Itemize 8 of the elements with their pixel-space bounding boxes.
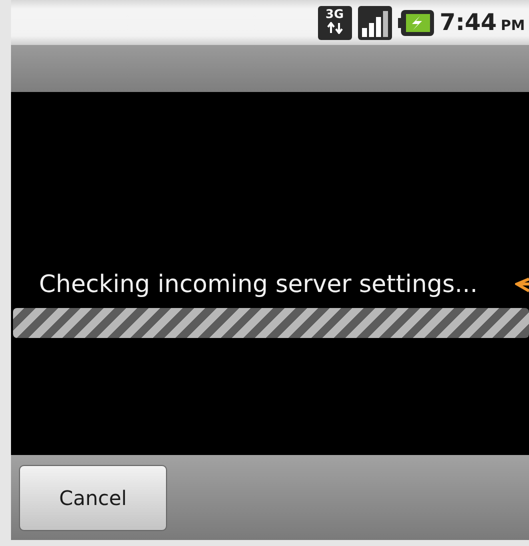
- cancel-button[interactable]: Cancel: [19, 464, 167, 530]
- network-icon: 3G: [318, 6, 352, 40]
- clock-period: PM: [500, 18, 525, 34]
- arrow-icon: [515, 274, 529, 292]
- battery-icon: [398, 10, 434, 36]
- clock-time: 7:44: [440, 10, 497, 36]
- progress-message: Checking incoming server settings...: [39, 270, 479, 298]
- signal-icon: [358, 6, 392, 40]
